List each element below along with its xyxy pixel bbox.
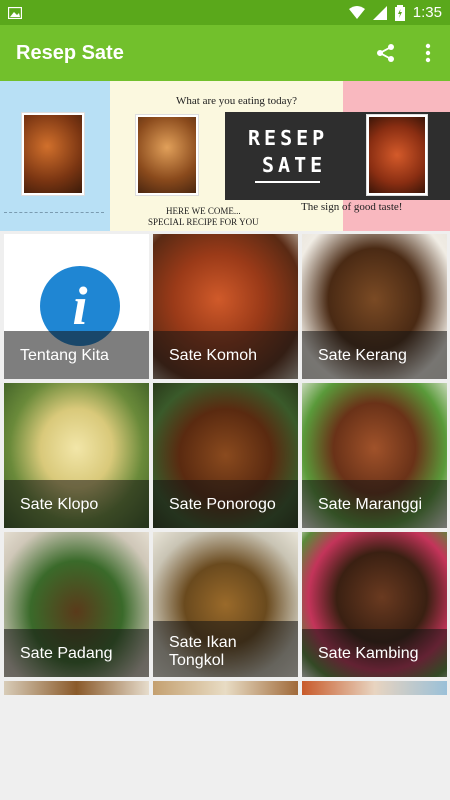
tile-label: Sate Klopo: [20, 496, 99, 513]
share-button[interactable]: [374, 41, 398, 65]
tile-sate-klopo[interactable]: Sate Klopo: [4, 383, 149, 528]
tile-sate-kambing[interactable]: Sate Kambing: [302, 532, 447, 677]
overflow-menu-button[interactable]: [416, 41, 440, 65]
tile-label: Sate Kerang: [318, 347, 407, 364]
signal-icon: [372, 5, 387, 20]
tile-label: Sate Ikan Tongkol: [169, 634, 237, 670]
banner-question: What are you eating today?: [176, 95, 297, 107]
tile-tentang-kita[interactable]: i Tentang Kita: [4, 234, 149, 379]
share-icon: [377, 44, 394, 62]
app-bar: Resep Sate: [0, 25, 450, 81]
tile-sate-komoh[interactable]: Sate Komoh: [153, 234, 298, 379]
tile-sate-ponorogo[interactable]: Sate Ponorogo: [153, 383, 298, 528]
tile-sate-maranggi[interactable]: Sate Maranggi: [302, 383, 447, 528]
battery-icon: [394, 4, 405, 21]
app-title: Resep Sate: [16, 41, 124, 64]
wifi-icon: [348, 5, 365, 19]
tile-label: Sate Komoh: [169, 347, 258, 364]
notification-area: [8, 6, 22, 19]
tile-label: Sate Padang: [20, 645, 113, 662]
banner-here-line1: HERE WE COME...: [166, 206, 241, 216]
more-vert-icon: [425, 43, 431, 63]
banner-logo-line1: RESEP: [248, 126, 329, 150]
header-banner: What are you eating today? HERE WE COME.…: [0, 81, 450, 231]
tile-label-line2: Tongkol: [169, 652, 225, 669]
banner-photo-3: [367, 115, 427, 195]
tile-label: Sate Kambing: [318, 645, 419, 662]
empty-footer: [0, 695, 450, 800]
clock: 1:35: [412, 4, 442, 21]
status-bar: 1:35: [0, 0, 450, 25]
tile-label: Tentang Kita: [20, 347, 109, 364]
image-notification-icon: [8, 6, 22, 19]
banner-here-line2: SPECIAL RECIPE FOR YOU: [148, 217, 259, 227]
tile-label: Sate Maranggi: [318, 496, 423, 513]
tile-sate-ikan-tongkol[interactable]: Sate Ikan Tongkol: [153, 532, 298, 677]
banner-logo-line2: SATE: [262, 153, 327, 177]
tile-sate-padang[interactable]: Sate Padang: [4, 532, 149, 677]
banner-photo-1: [22, 113, 84, 195]
tile-label: Sate Ponorogo: [169, 496, 276, 513]
banner-tagline: The sign of good taste!: [301, 201, 403, 213]
tile-sate-kerang[interactable]: Sate Kerang: [302, 234, 447, 379]
banner-photo-2: [136, 115, 198, 195]
tile-label-line1: Sate Ikan: [169, 634, 237, 651]
next-row-peek: [0, 681, 450, 695]
